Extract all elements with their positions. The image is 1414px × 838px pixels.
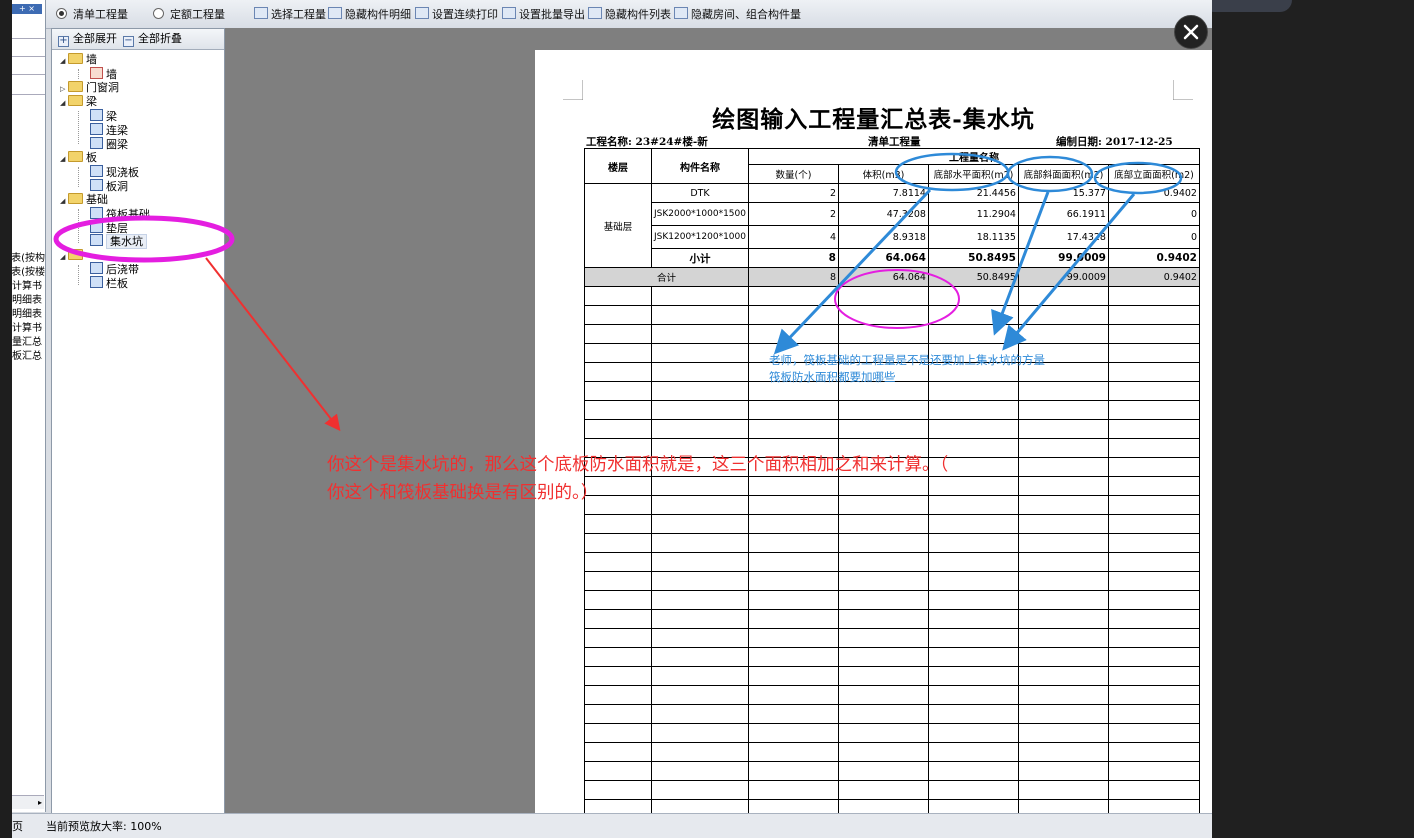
- question-line-1: 老师，筏板基础的工程量是不是还要加上集水坑的方量: [769, 353, 1045, 367]
- close-button[interactable]: [1174, 15, 1208, 49]
- blue-circle-vertical-area: [1093, 161, 1183, 195]
- red-arrow: [205, 257, 341, 432]
- answer-line-2: 你这个和筏板基础换是有区别的。）: [327, 483, 599, 503]
- blue-arrow: [1002, 193, 1136, 351]
- close-icon: [1183, 24, 1199, 40]
- blue-circle-slope-area: [1006, 155, 1094, 193]
- magenta-circle-sump-pit: [53, 215, 235, 263]
- answer-line-1: 你这个是集水坑的，那么这个底板防水面积就是，这三个面积相加之和来计算。（: [327, 455, 949, 475]
- magenta-circle-volume: [834, 269, 960, 329]
- question-line-2: 筏板防水面积都要加哪些: [769, 370, 896, 384]
- annotation-layer: [53, 152, 1183, 432]
- blue-arrow: [991, 191, 1050, 336]
- blue-circle-horizontal-area: [894, 152, 1010, 192]
